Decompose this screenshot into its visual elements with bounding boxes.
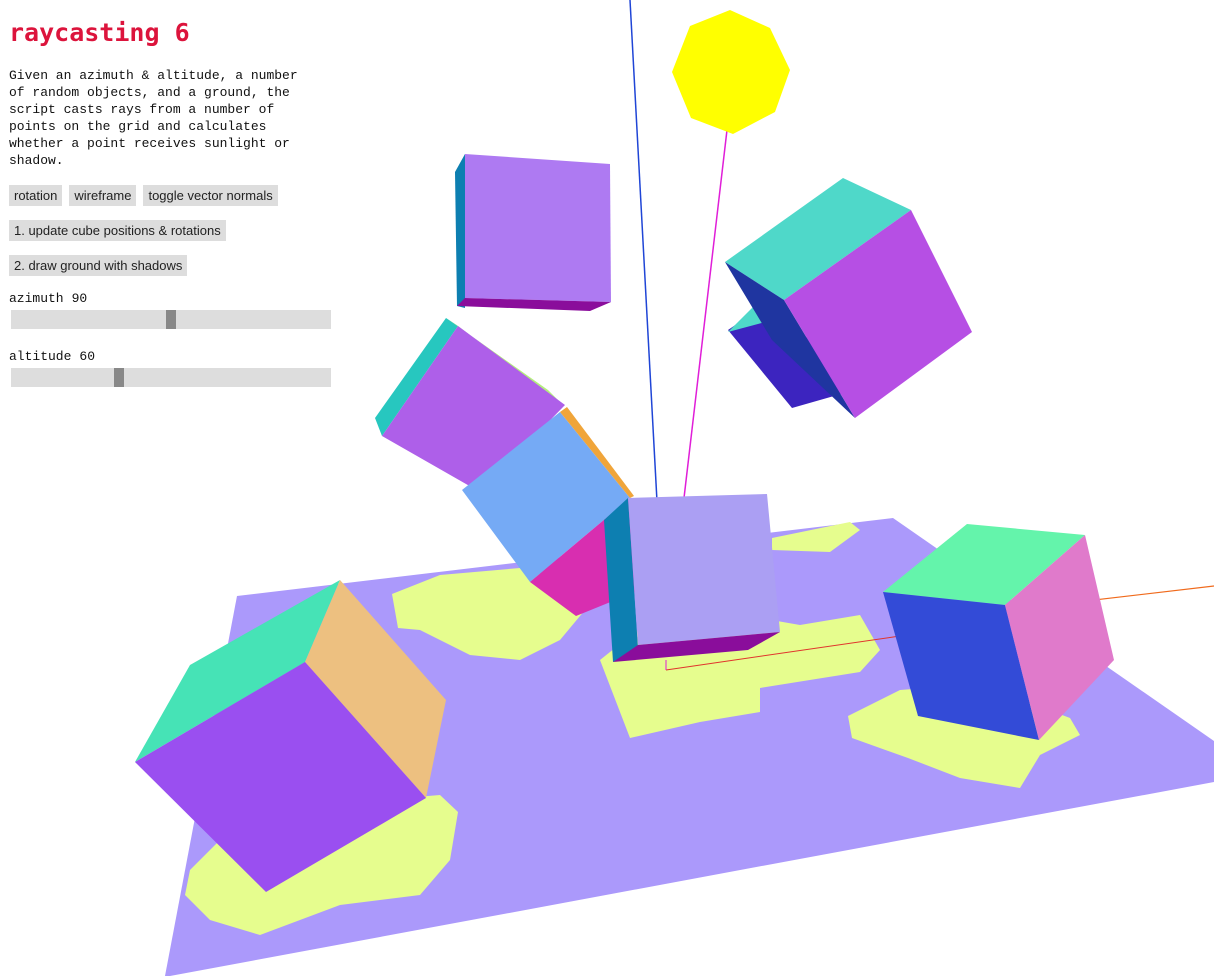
altitude-value: 60 <box>79 349 96 364</box>
page-title: raycasting 6 <box>9 18 190 47</box>
altitude-label: altitude 60 <box>9 349 339 365</box>
rotation-button[interactable]: rotation <box>9 185 63 206</box>
sun-ray-line <box>683 129 728 499</box>
cube-top-left <box>455 154 611 311</box>
cube-upper-right <box>725 178 972 418</box>
azimuth-slider-thumb[interactable] <box>166 310 176 329</box>
cube-center <box>604 494 780 662</box>
azimuth-value: 90 <box>71 291 88 306</box>
description-text: Given an azimuth & altitude, a number of… <box>9 68 298 168</box>
azimuth-label: azimuth 90 <box>9 291 339 307</box>
y-axis-line <box>629 0 659 521</box>
altitude-label-text: altitude <box>9 349 72 364</box>
update-row: 1. update cube positions & rotations <box>9 220 339 242</box>
view-toggle-row: rotation wireframe toggle vector normals <box>9 185 339 207</box>
sun-octagon <box>672 10 790 134</box>
draw-ground-button[interactable]: 2. draw ground with shadows <box>9 255 188 276</box>
altitude-slider[interactable] <box>11 368 331 387</box>
azimuth-label-text: azimuth <box>9 291 64 306</box>
toggle-normals-button[interactable]: toggle vector normals <box>143 185 278 206</box>
update-cubes-button[interactable]: 1. update cube positions & rotations <box>9 220 226 241</box>
control-panel: raycasting 6 Given an azimuth & altitude… <box>9 16 339 387</box>
wireframe-button[interactable]: wireframe <box>69 185 137 206</box>
azimuth-slider[interactable] <box>11 310 331 329</box>
altitude-slider-thumb[interactable] <box>114 368 124 387</box>
draw-row: 2. draw ground with shadows <box>9 255 339 277</box>
